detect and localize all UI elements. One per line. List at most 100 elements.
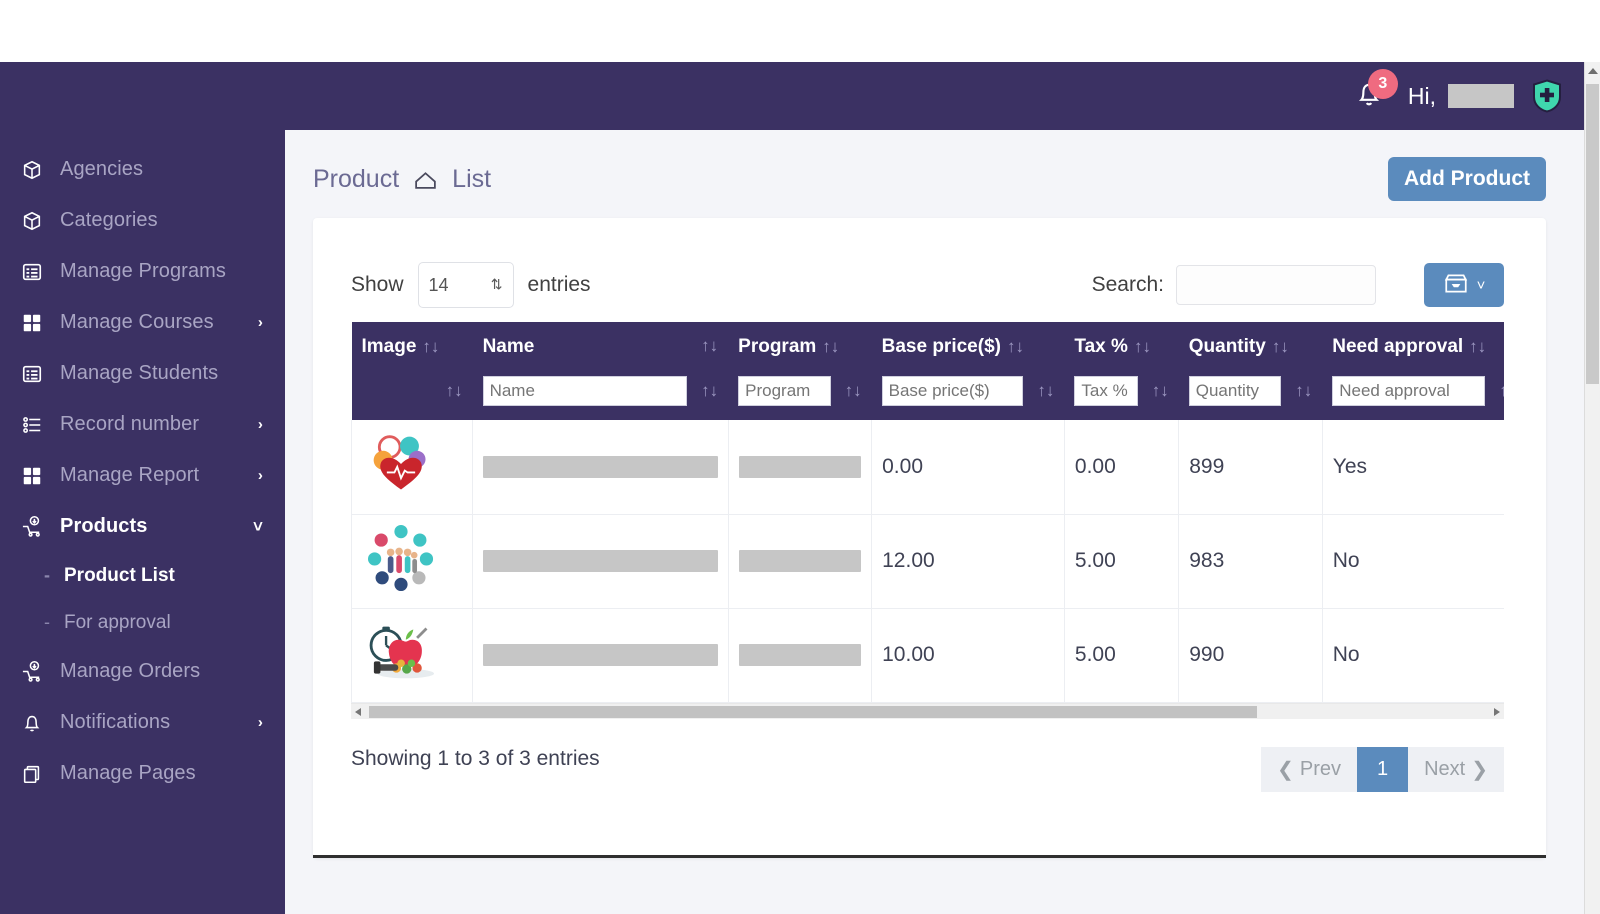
filter-input-program[interactable]: [738, 376, 831, 406]
program-redacted: [738, 455, 862, 478]
sort-icon[interactable]: ↑↓: [1007, 337, 1024, 356]
pagination-prev-label: Prev: [1299, 757, 1341, 780]
pagination-page-1[interactable]: 1: [1356, 746, 1409, 792]
sidebar-item-product-list[interactable]: - Product List: [0, 552, 285, 599]
product-name-cell: [472, 420, 729, 515]
sort-icon[interactable]: ↑↓: [446, 381, 463, 401]
sidebar-item-label: Agencies: [60, 158, 144, 180]
table-row[interactable]: 10.00 5.00 990 No Yes: [351, 608, 1504, 703]
scroll-up-arrow-icon[interactable]: [1588, 68, 1598, 74]
product-list-card: Show 14 ⇅ entries Search: ˅ Image ↑↓ Nam…: [313, 218, 1546, 858]
breadcrumb-product[interactable]: Product: [313, 165, 399, 194]
filter-input-base-price[interactable]: [881, 376, 1024, 406]
sidebar-item-manage-orders[interactable]: Manage Orders: [0, 646, 285, 697]
add-product-button[interactable]: Add Product: [1388, 157, 1546, 201]
sort-icon[interactable]: ↑↓: [1295, 381, 1312, 401]
sort-icon[interactable]: ↑↓: [1037, 381, 1054, 401]
sidebar-item-label: Record number: [60, 413, 200, 435]
sidebar-item-record-number[interactable]: Record number ›: [0, 399, 285, 450]
product-image-cell: [351, 608, 474, 703]
sidebar-item-label: Manage Programs: [60, 260, 227, 282]
sort-icon[interactable]: ↑↓: [1272, 337, 1289, 356]
column-header-need-approval[interactable]: Need approval ↑↓: [1322, 322, 1504, 372]
sort-icon[interactable]: ↑↓: [1499, 381, 1504, 401]
filter-input-name[interactable]: [482, 376, 688, 406]
sort-icon[interactable]: ↑↓: [422, 337, 439, 356]
sidebar-item-manage-report[interactable]: Manage Report ›: [0, 450, 285, 501]
product-tax-cell: 0.00: [1064, 420, 1180, 515]
column-header-program[interactable]: Program ↑↓: [728, 322, 872, 372]
grid-icon: [20, 464, 44, 488]
notifications-button[interactable]: 3: [1354, 69, 1398, 115]
page-scrollbar-thumb[interactable]: [1586, 84, 1599, 384]
product-need-approval-cell: No: [1322, 514, 1504, 609]
scroll-left-arrow-icon[interactable]: [355, 707, 361, 716]
chevron-left-icon: ❮: [1277, 758, 1294, 781]
sidebar-item-notifications[interactable]: Notifications ›: [0, 697, 285, 748]
breadcrumb-list[interactable]: List: [452, 165, 491, 194]
name-redacted: [483, 550, 718, 572]
show-label: Show: [351, 273, 404, 296]
table-scroll-viewport: Image ↑↓ Name ↑↓ Program ↑↓ Base price($) ↑↓: [351, 322, 1504, 703]
page-length-value: 14: [428, 274, 449, 295]
sidebar-item-label: Notifications: [60, 711, 171, 733]
page-scrollbar[interactable]: [1584, 62, 1600, 914]
column-header-base-price[interactable]: Base price($) ↑↓: [871, 322, 1065, 372]
sidebar-item-manage-students[interactable]: Manage Students: [0, 348, 285, 399]
sidebar-item-products[interactable]: Products ˅: [0, 501, 285, 552]
page-length-group: Show 14 ⇅ entries: [351, 262, 591, 308]
sidebar-item-manage-programs[interactable]: Manage Programs: [0, 246, 285, 297]
settings-list-icon: [20, 413, 44, 437]
sort-icon[interactable]: ↑↓: [845, 381, 862, 401]
subnav-label: Product List: [64, 564, 175, 586]
box-icon: [20, 158, 44, 182]
sidebar-item-manage-pages[interactable]: Manage Pages: [0, 748, 285, 799]
home-icon: [413, 169, 438, 190]
page-length-select[interactable]: 14 ⇅: [417, 262, 514, 308]
sidebar-item-agencies[interactable]: Agencies: [0, 144, 285, 195]
column-header-image[interactable]: Image ↑↓: [351, 322, 473, 372]
pagination-next[interactable]: Next ❯: [1408, 746, 1504, 792]
sidebar-item-for-approval[interactable]: - For approval: [0, 599, 285, 646]
program-redacted: [738, 550, 862, 572]
sort-icon[interactable]: ↑↓: [1469, 337, 1486, 356]
table-scrollbar-thumb[interactable]: [369, 705, 1257, 718]
table-row[interactable]: 12.00 5.00 983 No Yes: [351, 514, 1504, 609]
column-header-tax[interactable]: Tax % ↑↓: [1064, 322, 1179, 372]
list-icon: [20, 362, 44, 386]
sidebar-item-categories[interactable]: Categories: [0, 195, 285, 246]
cart-icon: [20, 660, 44, 684]
sidebar-item-label: Categories: [60, 209, 158, 231]
sort-icon[interactable]: ↑↓: [701, 336, 718, 356]
search-input[interactable]: [1176, 265, 1376, 305]
search-group: Search:: [1092, 265, 1376, 305]
sort-icon[interactable]: ↑↓: [822, 337, 839, 356]
app-root: Agencies Categories Manage Programs Mana…: [0, 0, 1600, 914]
export-button[interactable]: ˅: [1424, 263, 1504, 307]
search-label: Search:: [1091, 273, 1164, 296]
pagination-prev[interactable]: ❮ Prev: [1261, 746, 1357, 792]
product-program-cell: [728, 420, 873, 515]
user-greeting[interactable]: Hi,: [1408, 79, 1562, 113]
product-quantity-cell: 983: [1178, 514, 1323, 609]
table-horizontal-scrollbar[interactable]: [351, 702, 1504, 719]
sidebar-item-manage-courses[interactable]: Manage Courses ›: [0, 297, 285, 348]
column-header-name[interactable]: Name ↑↓: [472, 322, 729, 372]
scroll-right-arrow-icon[interactable]: [1494, 707, 1500, 716]
filter-input-tax[interactable]: [1074, 376, 1138, 406]
cart-icon: [20, 515, 44, 539]
sort-icon[interactable]: ↑↓: [1134, 337, 1151, 356]
entries-label: entries: [527, 273, 591, 296]
name-redacted: [483, 644, 718, 666]
filter-input-quantity[interactable]: [1188, 376, 1282, 406]
column-header-quantity[interactable]: Quantity ↑↓: [1178, 322, 1323, 372]
program-redacted: [738, 644, 862, 666]
sort-icon[interactable]: ↑↓: [701, 381, 718, 401]
filter-input-need-approval[interactable]: [1332, 376, 1486, 406]
table-row[interactable]: 0.00 0.00 899 Yes No: [351, 420, 1504, 515]
dash-marker: -: [44, 612, 50, 632]
product-quantity-cell: 899: [1178, 420, 1323, 515]
sort-icon[interactable]: ↑↓: [1152, 381, 1169, 401]
avatar[interactable]: [1532, 79, 1562, 113]
sidebar-item-label: Manage Courses: [60, 311, 214, 333]
